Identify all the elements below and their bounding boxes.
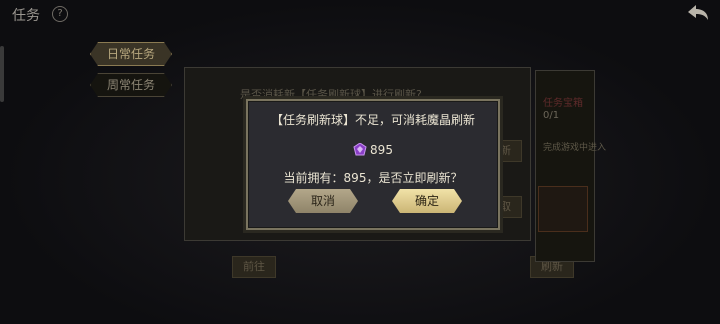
crystal-gem-icon	[353, 143, 367, 156]
gem-cost: 895	[248, 143, 498, 157]
dialog-message: 【任务刷新球】不足，可消耗魔晶刷新	[270, 113, 475, 127]
chest-progress: 0/1	[543, 110, 560, 121]
help-icon[interactable]: ?	[52, 6, 68, 22]
side-handle[interactable]	[0, 46, 4, 102]
go-button[interactable]: 前往	[232, 256, 276, 278]
confirm-button[interactable]: 确定	[392, 189, 462, 213]
treasure-chest-icon[interactable]	[538, 186, 588, 232]
top-bar: 任务 ?	[0, 0, 720, 28]
gem-cost-value: 895	[370, 143, 393, 157]
dialog-question: 当前拥有：895，是否立即刷新？	[283, 171, 463, 185]
chest-title: 任务宝箱	[543, 98, 583, 109]
chest-hint: 完成游戏中进入	[543, 143, 607, 153]
page-title: 任务	[12, 8, 40, 24]
tab-weekly-tasks[interactable]: 周常任务	[90, 73, 172, 97]
tab-daily-tasks[interactable]: 日常任务	[90, 42, 172, 66]
back-arrow-icon[interactable]	[686, 3, 710, 23]
cancel-button[interactable]: 取消	[288, 189, 358, 213]
refresh-dialog: 【任务刷新球】不足，可消耗魔晶刷新 895 当前拥有：895，是否立即刷新？ 取…	[246, 99, 500, 230]
